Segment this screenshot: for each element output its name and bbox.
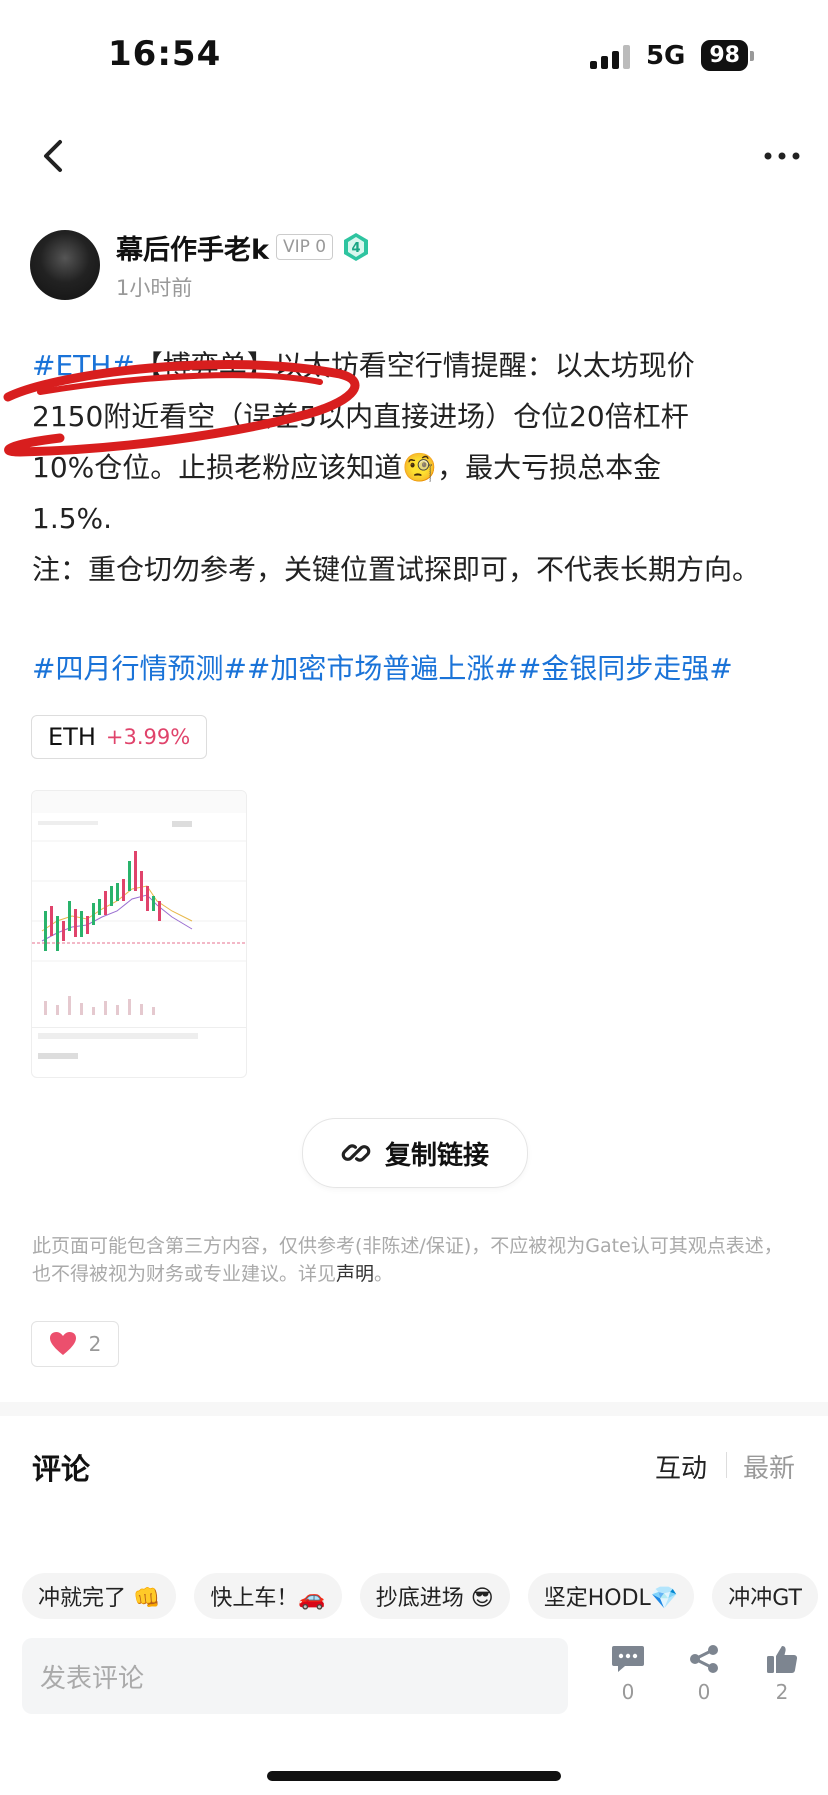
home-indicator: [267, 1771, 561, 1781]
sort-interact-tab[interactable]: 互动: [655, 1448, 707, 1485]
like-count: 2: [775, 1680, 789, 1704]
heart-icon: [49, 1332, 76, 1355]
quick-reply-chip[interactable]: 快上车！🚗: [194, 1573, 342, 1619]
thumbs-up-icon: [767, 1646, 798, 1673]
post-like-button[interactable]: 2: [31, 1321, 119, 1367]
copy-link-label: 复制链接: [384, 1140, 489, 1171]
author-avatar[interactable]: [30, 230, 100, 300]
quick-reply-chip[interactable]: 抄底进场 😎: [359, 1573, 510, 1619]
sort-latest-tab[interactable]: 最新: [743, 1448, 795, 1485]
post-hashtags[interactable]: #四月行情预测##加密市场普遍上涨##金银同步走强#: [32, 643, 733, 694]
battery-icon: 98: [701, 40, 748, 71]
coin-symbol: ETH: [48, 723, 96, 751]
share-action[interactable]: 0: [674, 1644, 734, 1704]
quick-reply-chip[interactable]: 冲就完了 👊: [22, 1573, 177, 1619]
comment-icon: [612, 1646, 644, 1672]
network-label: 5G: [645, 40, 686, 71]
author-name[interactable]: 幕后作手老k: [116, 228, 269, 267]
disclaimer-text: 此页面可能包含第三方内容，仅供参考(非陈述/保证)，不应被视为Gate认可其观点…: [32, 1232, 792, 1288]
vip-badge: VIP 0: [276, 234, 334, 260]
section-divider: [0, 1402, 828, 1416]
share-count: 0: [697, 1680, 711, 1704]
post-time: 1小时前: [116, 276, 193, 300]
comments-title: 评论: [32, 1452, 91, 1486]
post-note: 注：重仓切勿参考，关键位置试探即可，不代表长期方向。: [32, 553, 761, 586]
back-arrow-icon[interactable]: [34, 136, 74, 176]
sort-separator: [726, 1452, 727, 1478]
status-time: 16:54: [108, 34, 222, 74]
quick-reply-chip[interactable]: 坚定HODL💎: [527, 1573, 695, 1619]
battery-tip: [750, 50, 754, 61]
coin-change: +3.99%: [105, 725, 191, 749]
more-options-icon[interactable]: [762, 146, 802, 166]
post-line-2: 2150附近看空（误差5以内直接进场）仓位20倍杠杆: [32, 400, 689, 433]
signal-icon: [589, 43, 630, 69]
post-line-1: 【博弈单】以太坊看空行情提醒：以太坊现价: [134, 349, 695, 382]
status-right: 5G 98: [589, 40, 754, 71]
candlestick-thumbnail: [32, 791, 246, 1059]
disclaimer-link[interactable]: 声明: [336, 1263, 374, 1285]
comment-input[interactable]: 发表评论: [22, 1638, 568, 1714]
comment-count: 0: [621, 1680, 635, 1704]
tag-eth[interactable]: #ETH#: [32, 349, 135, 382]
level-number: 4: [351, 241, 360, 256]
level-badge-icon: 4: [344, 233, 368, 261]
quick-replies: 冲就完了 👊 快上车！🚗 抄底进场 😎 坚定HODL💎 冲冲GT: [22, 1573, 818, 1619]
post-line-4: 1.5%.: [32, 502, 113, 535]
disclaimer-end: 。: [374, 1263, 394, 1285]
like-action[interactable]: 2: [752, 1644, 812, 1704]
quick-reply-chip[interactable]: 冲冲GT: [712, 1573, 818, 1619]
comment-action[interactable]: 0: [598, 1644, 658, 1704]
chart-screenshot-image[interactable]: [31, 790, 247, 1078]
copy-link-button[interactable]: 复制链接: [302, 1118, 528, 1188]
post-line-3: 10%仓位。止损老粉应该知道🧐，最大亏损总本金: [32, 451, 662, 484]
share-icon: [690, 1645, 718, 1673]
coin-chip[interactable]: ETH +3.99%: [31, 715, 208, 759]
disclaimer-body: 此页面可能包含第三方内容，仅供参考(非陈述/保证)，不应被视为Gate认可其观点…: [32, 1235, 783, 1285]
post-like-count: 2: [88, 1332, 102, 1356]
post-body: #ETH#【博弈单】以太坊看空行情提醒：以太坊现价 2150附近看空（误差5以内…: [32, 340, 802, 595]
link-icon: [341, 1144, 371, 1162]
